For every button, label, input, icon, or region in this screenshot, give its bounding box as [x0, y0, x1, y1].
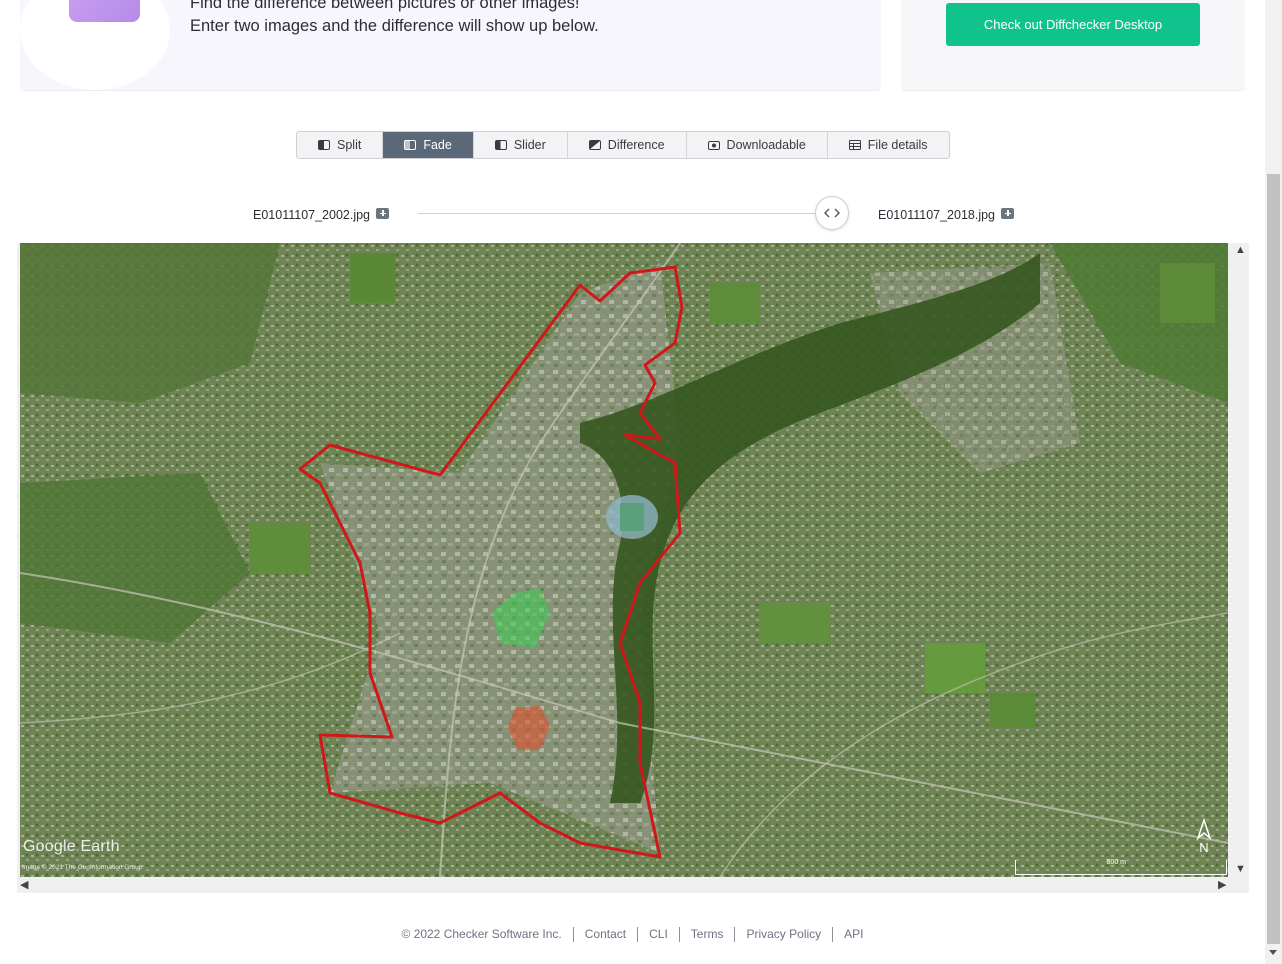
tab-file-details[interactable]: File details: [828, 132, 949, 158]
split-icon: [318, 140, 330, 150]
satellite-map-drawing: [20, 243, 1228, 877]
right-file: E01011107_2018.jpg: [878, 207, 1015, 222]
tab-split[interactable]: Split: [297, 132, 384, 158]
right-file-name: E01011107_2018.jpg: [878, 208, 996, 222]
scale-bar: 800 m: [1015, 859, 1227, 875]
tab-label: Difference: [607, 138, 665, 152]
north-arrow-icon: N: [1194, 818, 1214, 858]
image-credit: Image © 2021 The GeoInformation Group: [22, 864, 143, 871]
intro-line-1: Find the difference between pictures or …: [190, 0, 580, 12]
footer-copyright: © 2022 Checker Software Inc.: [401, 927, 562, 941]
scroll-down-icon[interactable]: ▼: [1235, 864, 1246, 875]
tab-difference[interactable]: Difference: [568, 132, 687, 158]
tab-label: Split: [337, 138, 362, 152]
desktop-promo-button[interactable]: Check out Diffchecker Desktop: [946, 3, 1200, 46]
tab-fade[interactable]: Fade: [383, 132, 474, 158]
page-scroll-down-icon[interactable]: [1269, 950, 1277, 955]
view-mode-tabs: Split Fade Slider Difference Downloadabl…: [296, 131, 950, 159]
north-label: N: [1199, 840, 1209, 855]
footer-link-terms[interactable]: Terms: [691, 927, 724, 941]
tab-slider[interactable]: Slider: [474, 132, 568, 158]
page-scrollbar-thumb[interactable]: [1267, 174, 1280, 944]
camera-icon: [707, 141, 720, 150]
fade-slider-track[interactable]: [418, 213, 833, 214]
footer: © 2022 Checker Software Inc. Contact CLI…: [0, 927, 1265, 942]
footer-link-api[interactable]: API: [844, 927, 863, 941]
scroll-right-icon[interactable]: ▶: [1218, 880, 1226, 891]
intro-line-2: Enter two images and the difference will…: [190, 17, 599, 35]
code-arrows-icon: [824, 208, 840, 218]
tab-downloadable[interactable]: Downloadable: [687, 132, 828, 158]
scale-label: 800 m: [1106, 859, 1126, 866]
scroll-left-icon[interactable]: ◀: [20, 880, 28, 891]
left-file-name: E01011107_2002.jpg: [253, 208, 371, 222]
footer-link-cli[interactable]: CLI: [649, 927, 668, 941]
slider-icon: [494, 140, 507, 150]
tab-label: Downloadable: [726, 138, 806, 152]
fade-icon: [404, 140, 417, 150]
fade-slider-handle[interactable]: [815, 196, 849, 230]
difference-icon: [588, 140, 601, 150]
table-icon: [848, 140, 861, 150]
footer-link-contact[interactable]: Contact: [585, 927, 626, 941]
add-file-icon[interactable]: [1001, 207, 1015, 219]
google-earth-logo: Google Earth: [23, 838, 120, 855]
tab-label: Slider: [513, 138, 546, 152]
scroll-up-icon[interactable]: ▲: [1235, 245, 1246, 256]
image-illustration-icon: [69, 0, 140, 22]
satellite-image: Google Earth Image © 2021 The GeoInforma…: [20, 243, 1228, 877]
tab-label: File details: [867, 138, 928, 152]
footer-link-privacy[interactable]: Privacy Policy: [746, 927, 821, 941]
left-file: E01011107_2002.jpg: [253, 207, 390, 222]
add-file-icon[interactable]: [376, 207, 390, 219]
tab-label: Fade: [423, 138, 452, 152]
